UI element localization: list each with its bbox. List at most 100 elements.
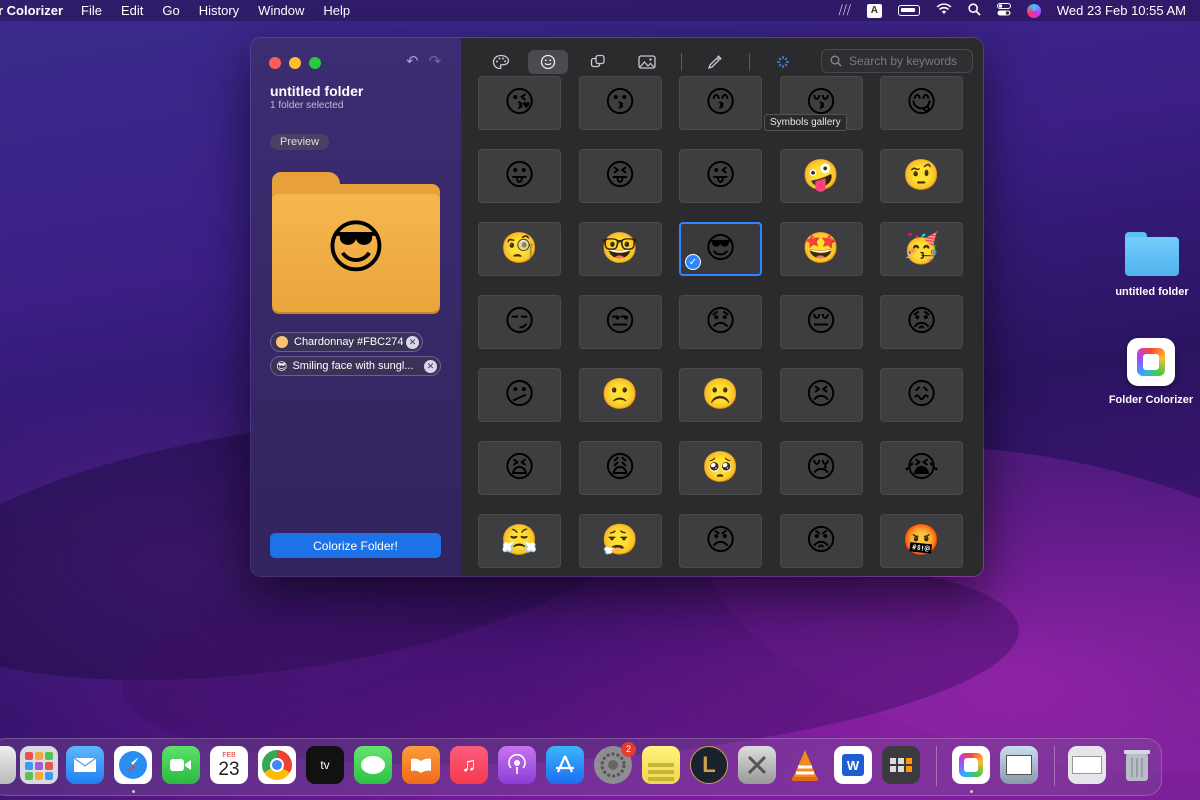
shapes-tab[interactable] (578, 50, 618, 74)
calculator-icon[interactable] (882, 746, 920, 784)
emoji-cell[interactable]: 🤨 (880, 149, 963, 203)
menu-file[interactable]: File (81, 3, 102, 18)
menu-help[interactable]: Help (323, 3, 350, 18)
emoji-cell[interactable]: 😝 (578, 149, 662, 203)
emoji-cell[interactable]: 😠 (679, 514, 762, 568)
emoji-cell[interactable]: 🤬 (880, 514, 963, 568)
menu-app-name[interactable]: r Colorizer (0, 3, 63, 18)
apple-tv-icon[interactable]: tv (306, 746, 344, 784)
search-field[interactable]: Search by keywords (821, 49, 973, 73)
emoji-cell[interactable]: 🤩 (779, 222, 863, 276)
emoji-glyph: 😒 (604, 305, 636, 338)
menu-clock[interactable]: Wed 23 Feb 10:55 AM (1057, 3, 1186, 18)
stickies-icon[interactable] (642, 746, 680, 784)
emoji-glyph: 😛 (503, 159, 536, 192)
emoji-cell[interactable]: 😏 (478, 295, 561, 349)
emoji-cell[interactable]: 😫 (478, 441, 561, 495)
chrome-icon[interactable] (258, 746, 296, 784)
trash-icon[interactable] (1118, 746, 1156, 784)
undo-icon[interactable]: ↶ (406, 52, 419, 70)
menu-history[interactable]: History (199, 3, 239, 18)
preview-icon[interactable] (1000, 746, 1038, 784)
spotlight-search-icon[interactable] (968, 2, 981, 19)
battery-icon[interactable] (897, 5, 920, 16)
emoji-cell[interactable]: 😖 (880, 368, 963, 422)
docker-icon[interactable] (738, 746, 776, 784)
league-of-legends-icon[interactable]: L (690, 746, 728, 784)
podcasts-icon[interactable] (498, 746, 536, 784)
emoji-cell[interactable]: 😋 (880, 76, 963, 130)
emoji-cell[interactable]: 😘 (478, 76, 561, 130)
facetime-icon[interactable] (162, 746, 200, 784)
safari-icon[interactable] (114, 746, 152, 784)
desktop-app-folder-colorizer[interactable]: Folder Colorizer (1096, 338, 1200, 406)
word-icon[interactable]: W (834, 746, 872, 784)
siri-icon[interactable] (1026, 3, 1041, 18)
eyedropper-tab[interactable] (695, 50, 735, 74)
desktop-folder[interactable]: untitled folder (1097, 232, 1200, 298)
books-icon[interactable] (402, 746, 440, 784)
smiley-icon (540, 54, 556, 70)
emoji-cell[interactable]: 🧐 (478, 222, 561, 276)
image-tab[interactable] (627, 50, 667, 74)
keyboard-input-icon[interactable]: A (866, 3, 882, 18)
app-store-icon[interactable] (546, 746, 584, 784)
mail-icon[interactable] (66, 746, 104, 784)
close-window-button[interactable] (269, 57, 281, 69)
emoji-cell[interactable]: 😕 (478, 368, 561, 422)
emoji-glyph: 🥺 (701, 451, 740, 484)
emoji-cell[interactable]: 😤 (478, 514, 561, 568)
emoji-cell[interactable]: ☹️ (679, 368, 762, 422)
menu-window[interactable]: Window (258, 3, 304, 18)
emoji-cell[interactable]: 😒 (578, 295, 662, 349)
system-preferences-icon[interactable]: 2 (594, 742, 636, 784)
emoji-cell[interactable]: 🤓 (578, 222, 662, 276)
eyedropper-icon (707, 55, 722, 70)
folder-colorizer-app-icon (1127, 338, 1175, 386)
emoji-cell[interactable]: 🥳 (880, 222, 963, 276)
wifi-icon[interactable] (936, 3, 952, 18)
emoji-cell[interactable]: 😔 (779, 295, 863, 349)
emoji-cell[interactable]: 😡 (779, 514, 863, 568)
messages-icon[interactable] (354, 746, 392, 784)
finder-icon[interactable] (0, 746, 16, 784)
emoji-cell[interactable]: 😩 (578, 441, 662, 495)
emoji-cell[interactable]: 😟 (880, 295, 963, 349)
menu-edit[interactable]: Edit (121, 3, 143, 18)
emoji-cell[interactable]: 😙 (679, 76, 762, 130)
folder-colorizer-dock-icon[interactable] (952, 746, 990, 784)
emoji-cell[interactable]: 😣 (779, 368, 863, 422)
emoji-tag-icon: 😎 (276, 360, 288, 373)
menu-go[interactable]: Go (162, 3, 179, 18)
emoji-cell[interactable]: 😜 (679, 149, 762, 203)
emoji-cell[interactable]: 🤪 (779, 149, 863, 203)
effects-tab[interactable] (763, 50, 803, 74)
remove-color-tag-button[interactable]: ✕ (406, 336, 419, 349)
symbols-gallery-tab[interactable] (528, 50, 568, 74)
emoji-glyph: 🤩 (802, 232, 840, 265)
emoji-cell[interactable]: 😎 ✓ (679, 222, 762, 276)
emoji-cell[interactable]: 😗 (578, 76, 662, 130)
zoom-window-button[interactable] (309, 57, 321, 69)
emoji-cell[interactable]: 😮‍💨 (578, 514, 662, 568)
redo-icon[interactable]: ↷ (429, 52, 442, 70)
emoji-cell[interactable]: 😞 (679, 295, 762, 349)
emoji-cell[interactable]: 😭 (880, 441, 963, 495)
minimize-window-button[interactable] (289, 57, 301, 69)
color-palette-tab[interactable] (481, 50, 521, 74)
emoji-cell[interactable]: 🥺 (679, 441, 762, 495)
remove-emoji-tag-button[interactable]: ✕ (424, 360, 437, 373)
control-center-icon[interactable] (996, 2, 1011, 19)
calendar-icon[interactable]: FEB 23 (210, 746, 248, 784)
emoji-cell[interactable]: 🙁 (578, 368, 662, 422)
minimized-window-icon[interactable] (1068, 746, 1106, 784)
launchpad-icon[interactable] (20, 746, 58, 784)
emoji-glyph: 😟 (905, 305, 938, 338)
emoji-glyph: 😩 (604, 451, 636, 484)
mute-icon[interactable]: ⧸⧸⧸ (839, 3, 851, 18)
emoji-cell[interactable]: 😢 (779, 441, 863, 495)
vlc-icon[interactable] (786, 746, 824, 784)
colorize-folder-button[interactable]: Colorize Folder! (270, 533, 441, 558)
music-icon[interactable]: ♫ (450, 746, 488, 784)
emoji-cell[interactable]: 😛 (478, 149, 561, 203)
